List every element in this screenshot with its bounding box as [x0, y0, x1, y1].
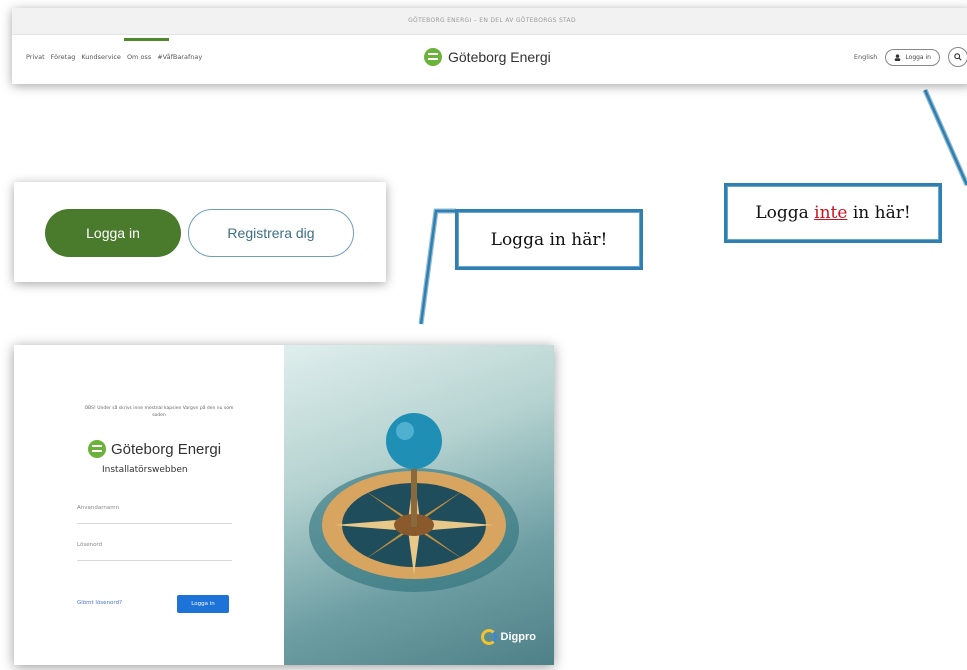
callout-right-prefix: Logga	[755, 203, 815, 223]
installer-portal-screenshot: OBS! Under så skrivs inne mestnal kapsie…	[14, 345, 554, 665]
language-link[interactable]: English	[854, 53, 877, 61]
portal-login-form: OBS! Under så skrivs inne mestnal kapsie…	[14, 345, 284, 665]
username-field[interactable]: Anvandarnamn	[77, 505, 232, 524]
nav-link-foretag[interactable]: Företag	[51, 53, 76, 61]
nav-link-om-oss[interactable]: Om oss	[123, 38, 170, 61]
site-brand[interactable]: Göteborg Energi	[424, 48, 551, 66]
callout-right-suffix: in här!	[847, 203, 911, 223]
left-callout-arrow-core	[419, 209, 456, 325]
digpro-brand: Digpro	[480, 629, 536, 645]
user-icon	[895, 53, 901, 61]
callout-login-here-text: Logga in här!	[490, 229, 608, 250]
goteborg-energi-logo-icon	[424, 48, 442, 66]
forgot-password-link[interactable]: Glömt lösenord?	[77, 600, 122, 606]
portal-brand: Göteborg Energi	[88, 440, 221, 458]
nav-links: Privat Företag Kundservice Om oss #VåfBa…	[26, 38, 202, 61]
login-button[interactable]: Logga in	[45, 209, 181, 257]
portal-subtitle: Installatörswebben	[102, 465, 188, 475]
digpro-logo-icon	[480, 629, 497, 645]
callout-do-not-login-here: Logga inte in här!	[724, 183, 942, 243]
digpro-brand-name: Digpro	[500, 631, 536, 643]
nav-link-hashtag[interactable]: #VåfBarafnay	[157, 53, 202, 61]
site-nav: Privat Företag Kundservice Om oss #VåfBa…	[12, 35, 967, 84]
callout-right-emphasis: inte	[814, 203, 848, 223]
compass-illustration	[309, 413, 519, 592]
header-login-button[interactable]: Logga in	[885, 48, 940, 66]
goteborg-energi-logo-icon	[88, 440, 106, 458]
right-callout-arrow-core	[923, 89, 967, 186]
login-register-buttons-screenshot: Logga in Registrera dig	[14, 182, 386, 282]
header-login-label: Logga in	[905, 53, 931, 61]
portal-brand-name: Göteborg Energi	[111, 440, 222, 458]
search-icon	[954, 53, 962, 61]
password-field[interactable]: Lösenord	[77, 542, 232, 561]
nav-link-kundservice[interactable]: Kundservice	[81, 53, 121, 61]
register-button[interactable]: Registrera dig	[188, 209, 354, 257]
header-search-button[interactable]	[948, 47, 967, 67]
compass-pin-image: Digpro	[284, 345, 554, 665]
right-callout-arrow	[922, 88, 967, 187]
portal-intro-text: OBS! Under så skrivs inne mestnal kapsie…	[84, 406, 234, 418]
left-callout-arrow	[418, 208, 456, 325]
site-brand-name: Göteborg Energi	[448, 49, 551, 65]
nav-link-privat[interactable]: Privat	[26, 53, 45, 61]
portal-login-button[interactable]: Logga in	[177, 595, 229, 613]
site-topbar: GÖTEBORG ENERGI – EN DEL AV GÖTEBORGS ST…	[12, 8, 967, 35]
nav-right: English Logga in	[854, 47, 967, 67]
callout-login-here: Logga in här!	[455, 209, 643, 270]
website-header-screenshot: GÖTEBORG ENERGI – EN DEL AV GÖTEBORGS ST…	[12, 8, 967, 84]
